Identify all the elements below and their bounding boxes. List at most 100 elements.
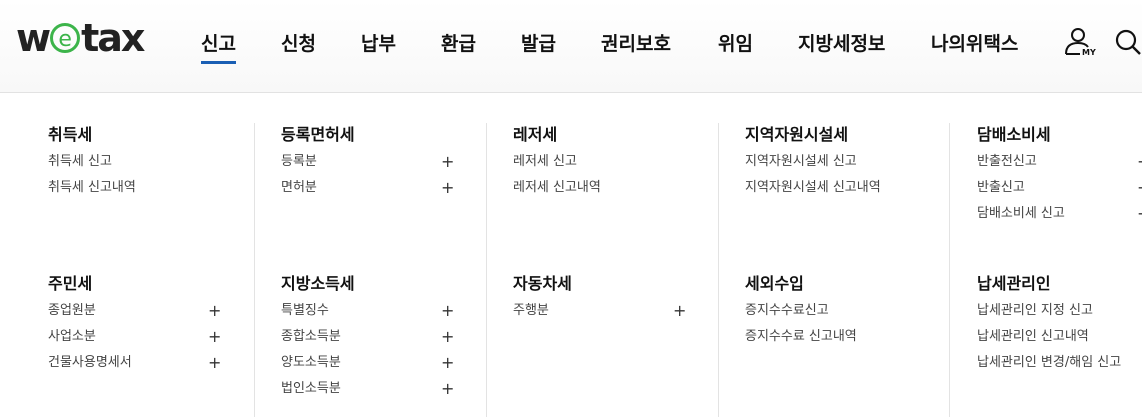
column-divider xyxy=(254,123,255,417)
menu-item-label: 반출신고 xyxy=(977,180,1025,195)
menu-item[interactable]: 반출신고 + xyxy=(977,175,1142,201)
menu-group: 납세관리인납세관리인 지정 신고납세관리인 신고내역납세관리인 변경/해임 신고 xyxy=(977,273,1142,376)
menu-item[interactable]: 지역자원시설세 신고 xyxy=(745,149,927,175)
mega-menu-panel: 취득세 취득세 신고 취득세 신고내역 주민세 종업원분 + 사업소분 + 건물사용명세서 + 등록… xyxy=(0,93,1142,417)
menu-group-title[interactable]: 자동차세 xyxy=(513,273,695,295)
menu-item[interactable]: 담배소비세 신고 + xyxy=(977,201,1142,227)
menu-item[interactable]: 취득세 신고 xyxy=(48,149,230,175)
menu-item-label: 레저세 신고내역 xyxy=(513,180,601,195)
menu-group: 레저세레저세 신고레저세 신고내역 xyxy=(513,124,695,201)
menu-item-label: 종업원분 xyxy=(48,303,96,318)
menu-item[interactable]: 납세관리인 변경/해임 신고 xyxy=(977,350,1142,376)
menu-item-label: 특별징수 xyxy=(281,303,329,318)
expand-plus-icon[interactable]: + xyxy=(208,298,221,324)
menu-group-title[interactable]: 지방소득세 xyxy=(281,273,463,295)
menu-item-label: 등록분 xyxy=(281,154,317,169)
menu-item-label: 납세관리인 신고내역 xyxy=(977,329,1089,344)
menu-item[interactable]: 종합소득분 + xyxy=(281,324,463,350)
expand-plus-icon[interactable]: + xyxy=(441,376,454,402)
nav-item-7[interactable]: 지방세정보 xyxy=(798,29,885,56)
expand-plus-icon[interactable]: + xyxy=(441,175,454,201)
menu-item[interactable]: 건물사용명세서 + xyxy=(48,350,230,376)
menu-group-title[interactable]: 레저세 xyxy=(513,124,695,146)
my-page-button[interactable]: MY xyxy=(1062,26,1096,64)
menu-item-label: 주행분 xyxy=(513,303,549,318)
menu-group-title[interactable]: 등록면허세 xyxy=(281,124,463,146)
menu-group-title[interactable]: 납세관리인 xyxy=(977,273,1142,295)
expand-plus-icon[interactable]: + xyxy=(1137,201,1142,227)
menu-item-label: 취득세 신고내역 xyxy=(48,180,136,195)
nav-item-3[interactable]: 환급 xyxy=(441,29,476,56)
my-label: MY xyxy=(1082,48,1096,57)
expand-plus-icon[interactable]: + xyxy=(441,298,454,324)
logo-e-circle: e xyxy=(50,23,81,53)
menu-group: 자동차세주행분 + xyxy=(513,273,695,324)
menu-group: 지방소득세특별징수 + 종합소득분 + 양도소득분 + 법인소득분 + xyxy=(281,273,463,402)
menu-item[interactable]: 면허분 + xyxy=(281,175,463,201)
menu-item[interactable]: 증지수수료 신고내역 xyxy=(745,324,927,350)
expand-plus-icon[interactable]: + xyxy=(441,350,454,376)
menu-group: 주민세종업원분 + 사업소분 + 건물사용명세서 + xyxy=(48,273,230,376)
nav-item-6[interactable]: 위임 xyxy=(718,29,753,56)
expand-plus-icon[interactable]: + xyxy=(208,324,221,350)
menu-group: 세외수입증지수수료신고증지수수료 신고내역 xyxy=(745,273,927,350)
menu-item[interactable]: 특별징수 + xyxy=(281,298,463,324)
menu-item-label: 반출전신고 xyxy=(977,154,1037,169)
menu-item[interactable]: 납세관리인 신고내역 xyxy=(977,324,1142,350)
menu-group: 담배소비세반출전신고 + 반출신고 + 담배소비세 신고 + xyxy=(977,124,1142,227)
menu-item-label: 건물사용명세서 xyxy=(48,355,132,370)
menu-group: 취득세취득세 신고취득세 신고내역 xyxy=(48,124,230,201)
site-header: w e tax 신고 신청 납부 환급 발급 권리보호 위임 지방세정보 나의위택스 MY xyxy=(0,0,1142,93)
logo-text-tax: tax xyxy=(81,16,145,60)
menu-item-label: 지역자원시설세 신고 xyxy=(745,154,857,169)
search-icon xyxy=(1115,29,1141,55)
search-button[interactable] xyxy=(1114,28,1142,60)
menu-item-label: 사업소분 xyxy=(48,329,96,344)
menu-item-label: 종합소득분 xyxy=(281,329,341,344)
menu-item[interactable]: 법인소득분 + xyxy=(281,376,463,402)
menu-group-title[interactable]: 세외수입 xyxy=(745,273,927,295)
menu-group-title[interactable]: 지역자원시설세 xyxy=(745,124,927,146)
menu-item[interactable]: 지역자원시설세 신고내역 xyxy=(745,175,927,201)
expand-plus-icon[interactable]: + xyxy=(1137,149,1142,175)
expand-plus-icon[interactable]: + xyxy=(441,149,454,175)
wetax-logo[interactable]: w e tax xyxy=(16,16,145,60)
menu-item[interactable]: 레저세 신고내역 xyxy=(513,175,695,201)
expand-plus-icon[interactable]: + xyxy=(673,298,686,324)
nav-item-0[interactable]: 신고 xyxy=(201,29,236,64)
menu-item[interactable]: 등록분 + xyxy=(281,149,463,175)
menu-group-title[interactable]: 취득세 xyxy=(48,124,230,146)
menu-item-label: 증지수수료 신고내역 xyxy=(745,329,857,344)
menu-group-title[interactable]: 담배소비세 xyxy=(977,124,1142,146)
menu-group-title[interactable]: 주민세 xyxy=(48,273,230,295)
menu-group: 등록면허세등록분 + 면허분 + xyxy=(281,124,463,201)
menu-item-label: 면허분 xyxy=(281,180,317,195)
nav-item-1[interactable]: 신청 xyxy=(281,29,316,56)
menu-item[interactable]: 종업원분 + xyxy=(48,298,230,324)
menu-item[interactable]: 반출전신고 + xyxy=(977,149,1142,175)
menu-item[interactable]: 양도소득분 + xyxy=(281,350,463,376)
expand-plus-icon[interactable]: + xyxy=(441,324,454,350)
menu-item[interactable]: 주행분 + xyxy=(513,298,695,324)
nav-item-2[interactable]: 납부 xyxy=(361,29,396,56)
nav-item-5[interactable]: 권리보호 xyxy=(601,29,671,56)
menu-item[interactable]: 증지수수료신고 xyxy=(745,298,927,324)
column-divider xyxy=(718,123,719,417)
column-divider xyxy=(486,123,487,417)
expand-plus-icon[interactable]: + xyxy=(208,350,221,376)
column-divider xyxy=(949,123,950,417)
menu-item-label: 납세관리인 지정 신고 xyxy=(977,303,1093,318)
menu-item-label: 레저세 신고 xyxy=(513,154,577,169)
nav-item-8[interactable]: 나의위택스 xyxy=(931,29,1018,56)
menu-item[interactable]: 사업소분 + xyxy=(48,324,230,350)
menu-item-label: 납세관리인 변경/해임 신고 xyxy=(977,355,1122,370)
menu-item[interactable]: 레저세 신고 xyxy=(513,149,695,175)
menu-item-label: 양도소득분 xyxy=(281,355,341,370)
nav-item-4[interactable]: 발급 xyxy=(521,29,556,56)
menu-item-label: 담배소비세 신고 xyxy=(977,206,1065,221)
menu-group: 지역자원시설세지역자원시설세 신고지역자원시설세 신고내역 xyxy=(745,124,927,201)
menu-item[interactable]: 취득세 신고내역 xyxy=(48,175,230,201)
expand-plus-icon[interactable]: + xyxy=(1137,175,1142,201)
menu-item-label: 법인소득분 xyxy=(281,381,341,396)
menu-item[interactable]: 납세관리인 지정 신고 xyxy=(977,298,1142,324)
